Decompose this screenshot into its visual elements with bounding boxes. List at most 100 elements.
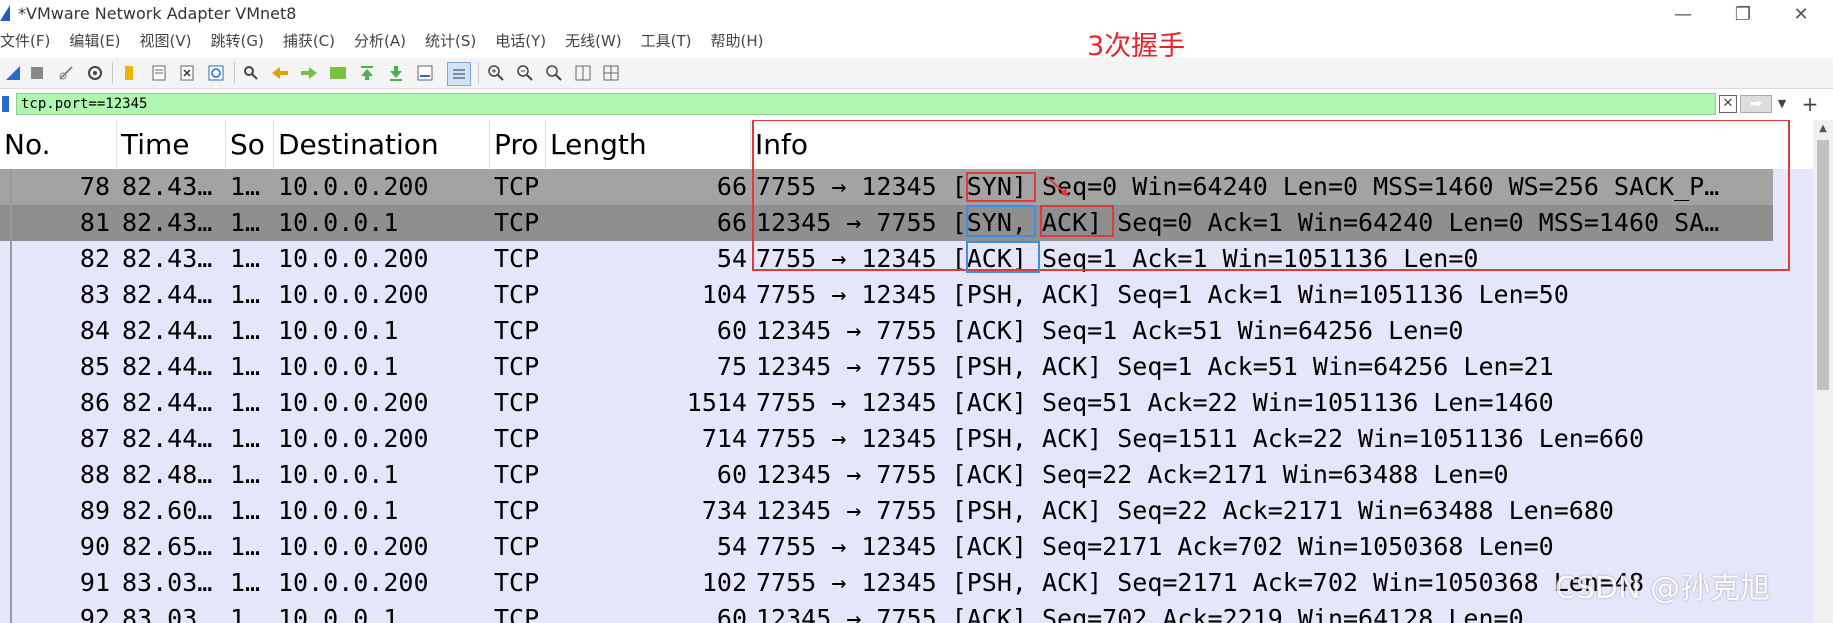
column-header-source[interactable]: So [226, 120, 274, 169]
menu-help[interactable]: 帮助(H) [711, 30, 764, 54]
packet-proto-cell: TCP [494, 316, 540, 345]
title-bar: *VMware Network Adapter VMnet8 — ❐ ✕ [0, 0, 1833, 28]
add-filter-button[interactable]: + [1800, 93, 1820, 115]
column-header-protocol[interactable]: Pro [490, 120, 546, 169]
handshake-highlight-box [752, 120, 1790, 271]
restart-icon[interactable] [55, 62, 77, 84]
packet-no-cell: 92 [79, 604, 110, 623]
resize-columns-icon[interactable] [572, 62, 594, 84]
menu-go[interactable]: 跳转(G) [211, 30, 264, 54]
minimize-button[interactable]: — [1655, 0, 1711, 28]
zoom-out-icon[interactable] [514, 62, 536, 84]
menu-file[interactable]: 文件(F) [0, 30, 50, 54]
display-filter-bar: tcp.port==12345 ✕ ➡ ▼ + [0, 92, 1833, 118]
display-filter-input[interactable]: tcp.port==12345 [16, 93, 1716, 115]
close-file-icon[interactable] [176, 62, 198, 84]
packet-no-cell: 91 [79, 568, 110, 597]
ack-highlight-box [966, 241, 1040, 273]
wireshark-logo-icon [0, 5, 10, 21]
reload-icon[interactable] [205, 62, 227, 84]
go-last-icon[interactable] [385, 62, 407, 84]
packet-len-cell: 54 [716, 532, 747, 561]
apply-filter-button[interactable]: ➡ [1740, 95, 1772, 113]
packet-no-cell: 87 [79, 424, 110, 453]
zoom-normal-icon[interactable] [543, 62, 565, 84]
menu-tools[interactable]: 工具(T) [641, 30, 692, 54]
menu-capture[interactable]: 捕获(C) [283, 30, 335, 54]
options-gear-icon[interactable] [84, 62, 106, 84]
packet-proto-cell: TCP [494, 208, 540, 237]
column-header-no[interactable]: No. [0, 120, 117, 169]
packet-dst-cell: 10.0.0.200 [278, 172, 429, 201]
menu-wireless[interactable]: 无线(W) [565, 30, 622, 54]
find-packet-icon[interactable] [240, 62, 262, 84]
bookmark-icon[interactable] [2, 96, 9, 112]
packet-proto-cell: TCP [494, 172, 540, 201]
packet-no-cell: 83 [79, 280, 110, 309]
packet-row[interactable]: 91 83.03… 1… 10.0.0.200 TCP 102 7755 → 12345 [… [0, 565, 1773, 601]
packet-proto-cell: TCP [494, 496, 540, 525]
zoom-in-icon[interactable] [485, 62, 507, 84]
packet-row[interactable]: 83 82.44… 1… 10.0.0.200 TCP 104 7755 → 12345 [… [0, 277, 1773, 313]
packet-row[interactable]: 92 83.03… 1… 10.0.0.1 TCP 60 12345 → 7755 [ACK… [0, 601, 1773, 623]
open-folder-icon[interactable] [119, 62, 141, 84]
menu-edit[interactable]: 编辑(E) [69, 30, 120, 54]
go-to-packet-icon[interactable] [327, 62, 349, 84]
packet-info-cell: 7755 → 12345 [PSH, ACK] Seq=1 Ack=1 Win=… [756, 280, 1569, 309]
column-header-length[interactable]: Length [546, 120, 751, 169]
column-header-time[interactable]: Time [117, 120, 226, 169]
close-button[interactable]: ✕ [1773, 0, 1829, 28]
packet-time-cell: 83.03… [122, 604, 213, 623]
syn-ack-syn-highlight-box [966, 205, 1036, 237]
packet-proto-cell: TCP [494, 424, 540, 453]
packet-no-cell: 78 [79, 172, 110, 201]
packet-row[interactable]: 90 82.65… 1… 10.0.0.200 TCP 54 7755 → 12345 [A… [0, 529, 1773, 565]
packet-dst-cell: 10.0.0.200 [278, 424, 429, 453]
packet-row[interactable]: 84 82.44… 1… 10.0.0.1 TCP 60 12345 → 7755 [ACK… [0, 313, 1773, 349]
packet-src-cell: 1… [230, 280, 261, 309]
stop-square-icon[interactable] [26, 62, 48, 84]
packet-time-cell: 82.44… [122, 388, 213, 417]
menu-telephony[interactable]: 电话(Y) [495, 30, 546, 54]
packet-row[interactable]: 86 82.44… 1… 10.0.0.200 TCP 1514 7755 → 12345 … [0, 385, 1773, 421]
packet-row[interactable]: 87 82.44… 1… 10.0.0.200 TCP 714 7755 → 12345 [… [0, 421, 1773, 457]
menu-statistics[interactable]: 统计(S) [425, 30, 476, 54]
menu-view[interactable]: 视图(V) [140, 30, 192, 54]
packet-row[interactable]: 89 82.60… 1… 10.0.0.1 TCP 734 12345 → 7755 [PS… [0, 493, 1773, 529]
clear-filter-button[interactable]: ✕ [1719, 95, 1737, 113]
packet-no-cell: 84 [79, 316, 110, 345]
packet-proto-cell: TCP [494, 352, 540, 381]
packet-list-scrollbar[interactable]: ▲ [1813, 120, 1833, 623]
shark-fin-start-icon[interactable] [2, 62, 24, 84]
packet-src-cell: 1… [230, 244, 261, 273]
packet-time-cell: 82.44… [122, 352, 213, 381]
packet-len-cell: 104 [701, 280, 747, 309]
packet-time-cell: 82.43… [122, 208, 213, 237]
menu-analyze[interactable]: 分析(A) [354, 30, 406, 54]
packet-time-cell: 82.44… [122, 316, 213, 345]
packet-len-cell: 54 [716, 244, 747, 273]
go-back-icon[interactable] [269, 62, 291, 84]
auto-scroll-icon[interactable] [414, 62, 436, 84]
column-header-destination[interactable]: Destination [274, 120, 490, 169]
go-forward-icon[interactable] [298, 62, 320, 84]
maximize-button[interactable]: ❐ [1715, 0, 1771, 28]
packet-proto-cell: TCP [494, 388, 540, 417]
go-first-icon[interactable] [356, 62, 378, 84]
save-file-icon[interactable] [148, 62, 170, 84]
main-toolbar [0, 58, 1833, 89]
filter-history-dropdown[interactable]: ▼ [1774, 95, 1790, 113]
packet-row[interactable]: 85 82.44… 1… 10.0.0.1 TCP 75 12345 → 7755 [PSH… [0, 349, 1773, 385]
packet-src-cell: 1… [230, 388, 261, 417]
scroll-up-icon[interactable]: ▲ [1813, 120, 1833, 138]
colorize-icon[interactable] [447, 62, 471, 86]
packet-no-cell: 90 [79, 532, 110, 561]
packet-proto-cell: TCP [494, 568, 540, 597]
packet-dst-cell: 10.0.0.200 [278, 280, 429, 309]
scroll-thumb[interactable] [1817, 140, 1829, 390]
syn-highlight-box [966, 172, 1036, 202]
packet-len-cell: 66 [716, 208, 747, 237]
packet-row[interactable]: 88 82.48… 1… 10.0.0.1 TCP 60 12345 → 7755 [ACK… [0, 457, 1773, 493]
packet-src-cell: 1… [230, 532, 261, 561]
layout-icon[interactable] [600, 62, 622, 84]
